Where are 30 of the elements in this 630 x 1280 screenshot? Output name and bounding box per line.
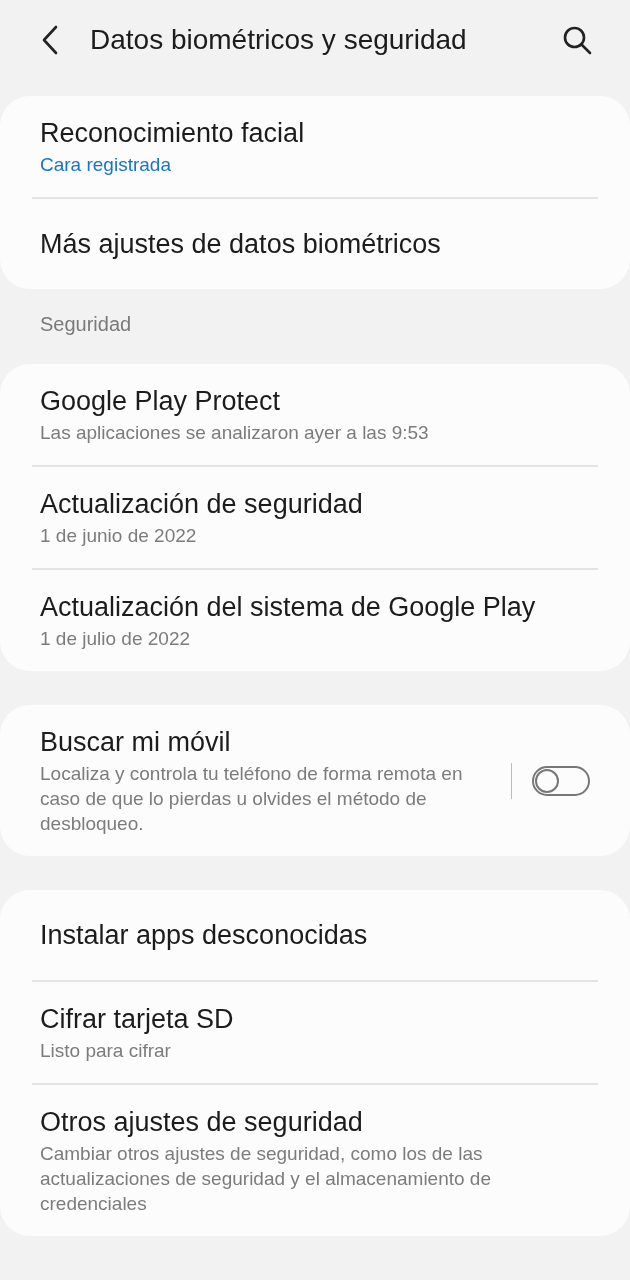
section-heading: Seguridad [39,312,133,337]
item-title: Cifrar tarjeta SD [40,1003,235,1036]
page-title: Datos biométricos y seguridad [90,24,468,56]
item-subtitle: 1 de junio de 2022 [40,524,198,548]
settings-item[interactable]: Instalar apps desconocidas [0,890,630,980]
item-title: Otros ajustes de seguridad [40,1106,364,1139]
item-subtitle: Las aplicaciones se analizaron ayer a las 9:53 [40,421,430,445]
toggle-switch[interactable] [532,765,590,796]
item-title: Google Play Protect [40,385,282,418]
settings-item[interactable]: Buscar mi móvil Localiza y controla tu teléfono de forma remota en caso de que lo pierdas u olvides el método de desbloqueo. [0,705,630,856]
back-icon[interactable] [42,25,58,55]
item-subtitle: Cambiar otros ajustes de seguridad, como los de las actualizaciones de seguridad y el almacenamiento de credenciales [40,1142,492,1216]
item-title: Actualización del sistema de Google Play [40,591,537,624]
settings-item[interactable]: Otros ajustes de seguridad Cambiar otros ajustes de seguridad, como los de las actualizaciones de seguridad y el almacenamiento de credenciales [0,1085,630,1236]
settings-item[interactable]: Actualización de seguridad 1 de junio de 2022 [0,467,630,568]
item-subtitle: Listo para cifrar [40,1039,172,1063]
settings-item[interactable]: Más ajustes de datos biométricos [0,199,630,289]
item-subtitle: Cara registrada [40,153,172,177]
settings-item[interactable]: Reconocimiento facial Cara registrada [0,96,630,197]
settings-item[interactable]: Cifrar tarjeta SD Listo para cifrar [0,982,630,1083]
item-title: Más ajustes de datos biométricos [40,228,442,261]
item-title: Instalar apps desconocidas [40,919,369,952]
item-title: Reconocimiento facial [40,117,306,150]
item-subtitle: Localiza y controla tu teléfono de forma remota en caso de que lo pierdas u olvides el método de desbloqueo. [40,762,464,836]
item-title: Buscar mi móvil [40,726,232,759]
settings-item[interactable]: Google Play Protect Las aplicaciones se analizaron ayer a las 9:53 [0,364,630,465]
settings-item[interactable]: Actualización del sistema de Google Play 1 de julio de 2022 [0,570,630,671]
item-title: Actualización de seguridad [40,488,364,521]
search-icon[interactable] [562,25,592,55]
item-subtitle: 1 de julio de 2022 [40,627,191,651]
